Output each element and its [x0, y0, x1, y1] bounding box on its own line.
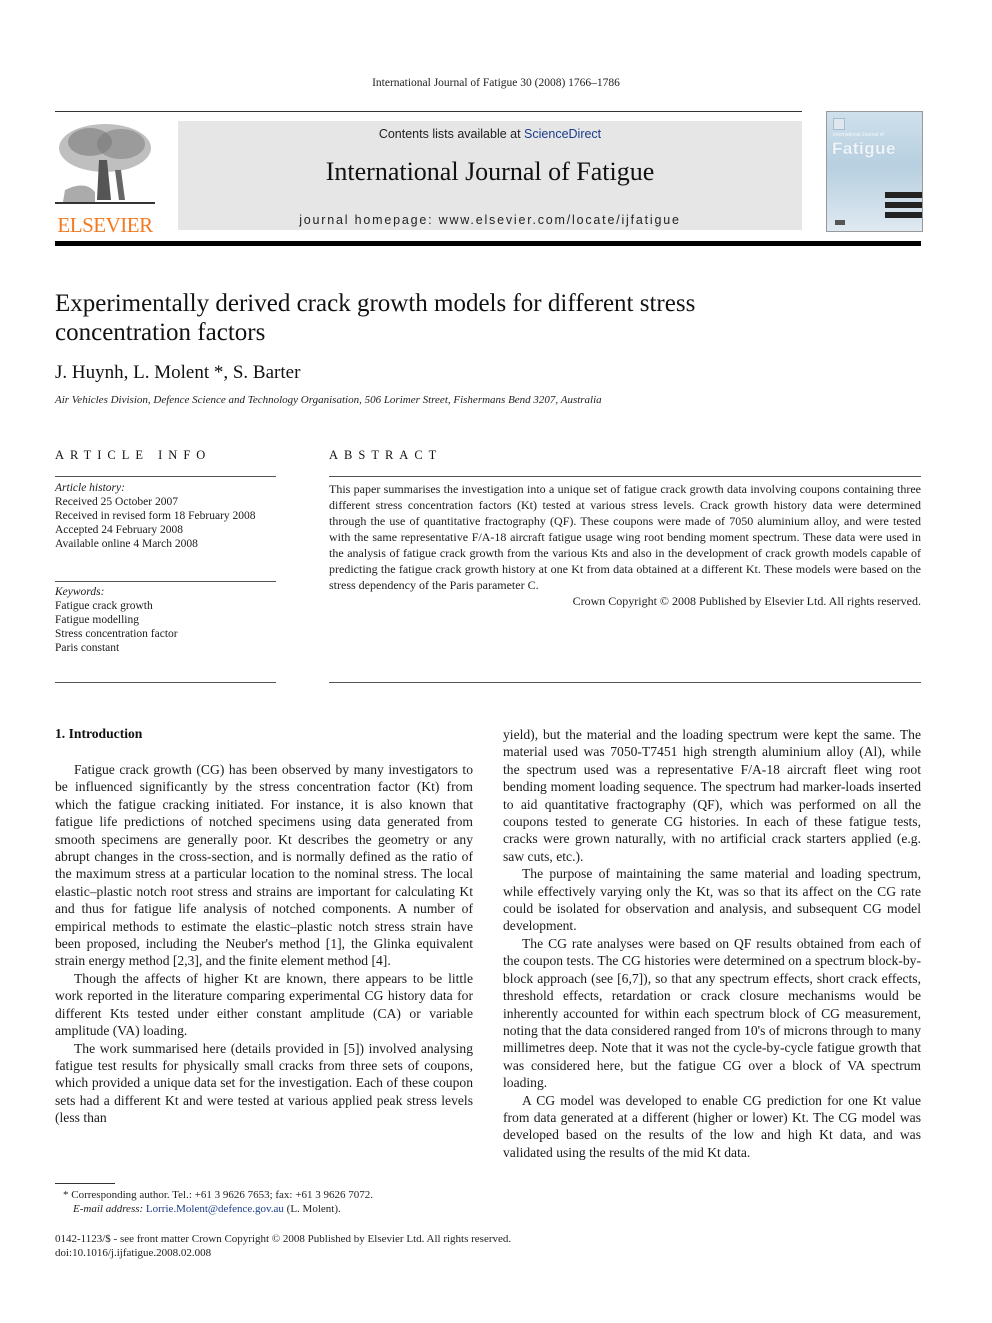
journal-homepage-link[interactable]: journal homepage: www.elsevier.com/locat…: [178, 213, 802, 227]
journal-masthead: Contents lists available at ScienceDirec…: [178, 121, 802, 230]
keywords: Keywords: Fatigue crack growth Fatigue m…: [55, 585, 280, 655]
elsevier-tree-icon: [55, 120, 155, 208]
keywords-label: Keywords:: [55, 586, 105, 598]
abstract: This paper summarises the investigation …: [329, 481, 921, 609]
article-title: Experimentally derived crack growth mode…: [55, 290, 696, 346]
email-link[interactable]: Lorrie.Molent@defence.gov.au: [146, 1203, 284, 1215]
sciencedirect-link[interactable]: ScienceDirect: [524, 127, 601, 141]
keyword: Fatigue crack growth: [55, 600, 153, 612]
elsevier-logo[interactable]: ELSEVIER: [55, 120, 155, 236]
history-accepted: Accepted 24 February 2008: [55, 524, 184, 536]
keyword: Fatigue modelling: [55, 614, 140, 626]
issn-line: 0142-1123/$ - see front matter Crown Cop…: [55, 1233, 512, 1245]
paragraph: yield), but the material and the loading…: [503, 727, 921, 864]
article-info-heading: ARTICLE INFO: [55, 448, 212, 462]
article-history-label: Article history:: [55, 482, 125, 494]
footnote: * Corresponding author. Tel.: +61 3 9626…: [55, 1188, 373, 1216]
paragraph: The work summarised here (details provid…: [55, 1040, 473, 1126]
masthead-rule: [55, 241, 921, 246]
divider: [55, 476, 276, 477]
history-online: Available online 4 March 2008: [55, 538, 198, 550]
cover-logo-icon: [835, 220, 845, 225]
contents-prefix: Contents lists available at: [378, 127, 525, 141]
author-list: J. Huynh, L. Molent *, S. Barter: [55, 362, 301, 383]
journal-title: International Journal of Fatigue: [325, 157, 655, 186]
paragraph: The CG rate analyses were based on QF re…: [503, 935, 921, 1091]
journal-cover-thumbnail[interactable]: International Journal of Fatigue: [826, 111, 923, 232]
paragraph: Fatigue crack growth (CG) has been obser…: [55, 762, 473, 969]
abstract-text: This paper summarises the investigation …: [329, 482, 921, 592]
paragraph: A CG model was developed to enable CG pr…: [503, 1092, 921, 1160]
section-heading-introduction: 1. Introduction: [55, 726, 143, 741]
corresponding-author: * Corresponding author. Tel.: +61 3 9626…: [63, 1189, 373, 1201]
affiliation: Air Vehicles Division, Defence Science a…: [55, 394, 602, 406]
footnote-rule: [55, 1183, 115, 1184]
cover-kicker: International Journal of: [833, 132, 884, 138]
cover-band: [885, 192, 922, 198]
cover-band: [885, 202, 922, 208]
cover-band: [885, 212, 922, 218]
doi[interactable]: doi:10.1016/j.ijfatigue.2008.02.008: [55, 1246, 511, 1260]
keyword: Stress concentration factor: [55, 628, 178, 640]
body-column-right: yield), but the material and the loading…: [503, 726, 921, 1161]
contents-line: Contents lists available at ScienceDirec…: [178, 127, 802, 141]
keyword: Paris constant: [55, 642, 120, 654]
divider: [329, 682, 921, 683]
cover-title: Fatigue: [832, 139, 896, 158]
paragraph: Though the affects of higher Kt are know…: [55, 970, 473, 1039]
divider: [55, 682, 276, 683]
cover-publisher-icon: [833, 118, 845, 130]
running-head: International Journal of Fatigue 30 (200…: [372, 77, 620, 89]
abstract-heading: ABSTRACT: [329, 448, 443, 462]
elsevier-wordmark: ELSEVIER: [57, 213, 153, 237]
divider: [329, 476, 921, 477]
abstract-copyright: Crown Copyright © 2008 Published by Else…: [572, 594, 921, 608]
paragraph: The purpose of maintaining the same mate…: [503, 866, 921, 934]
email-suffix: (L. Molent).: [283, 1203, 341, 1215]
history-revised: Received in revised form 18 February 200…: [55, 510, 256, 522]
email-label: E-mail address:: [73, 1203, 146, 1215]
header-rule: [55, 111, 802, 112]
article-history: Article history: Received 25 October 200…: [55, 481, 280, 551]
body-column-left: Fatigue crack growth (CG) has been obser…: [55, 761, 473, 1127]
history-received: Received 25 October 2007: [55, 496, 178, 508]
front-matter-meta: 0142-1123/$ - see front matter Crown Cop…: [55, 1232, 511, 1260]
divider: [55, 581, 276, 582]
